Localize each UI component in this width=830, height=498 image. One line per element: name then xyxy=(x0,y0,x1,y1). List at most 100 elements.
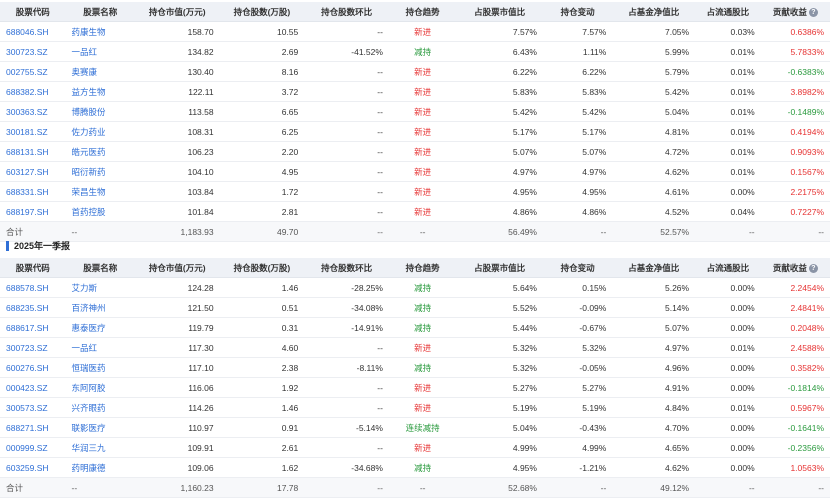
stock-code-link[interactable]: 603127.SH xyxy=(6,167,49,177)
stock-code-link[interactable]: 688131.SH xyxy=(6,147,49,157)
stock-code-link-cell[interactable]: 688271.SH xyxy=(0,423,66,433)
stock-name-link-cell[interactable]: 一品红 xyxy=(66,342,135,354)
table-row[interactable]: 603259.SH 药明康德 109.06 1.62 -34.68% 减持 4.95% -1.… xyxy=(0,458,830,478)
table-row[interactable]: 688617.SH 惠泰医疗 119.79 0.31 -14.91% 减持 5.44% -0.… xyxy=(0,318,830,338)
stock-code-link-cell[interactable]: 688617.SH xyxy=(0,323,66,333)
stock-name-link[interactable]: 惠泰医疗 xyxy=(72,323,106,333)
stock-name-link-cell[interactable]: 联影医疗 xyxy=(66,422,135,434)
header-shares[interactable]: 持仓股数(万股) xyxy=(220,262,305,274)
header-shares[interactable]: 持仓股数(万股) xyxy=(220,6,305,18)
stock-code-link[interactable]: 688331.SH xyxy=(6,187,49,197)
table-row[interactable]: 688046.SH 药康生物 158.70 10.55 -- 新进 7.57% 7.57% 7.… xyxy=(0,22,830,42)
stock-name-link[interactable]: 荣昌生物 xyxy=(72,187,106,197)
table-row[interactable]: 688331.SH 荣昌生物 103.84 1.72 -- 新进 4.95% 4.95% 4.6… xyxy=(0,182,830,202)
stock-code-link-cell[interactable]: 002755.SZ xyxy=(0,67,66,77)
stock-name-link[interactable]: 药康生物 xyxy=(72,27,106,37)
header-pct-nav[interactable]: 占基金净值比 xyxy=(612,6,695,18)
header-market-value[interactable]: 持仓市值(万元) xyxy=(135,6,220,18)
stock-code-link-cell[interactable]: 000999.SZ xyxy=(0,443,66,453)
stock-code-link-cell[interactable]: 688578.SH xyxy=(0,283,66,293)
stock-name-link[interactable]: 华润三九 xyxy=(72,443,106,453)
header-pct-change[interactable]: 持仓变动 xyxy=(543,262,612,274)
stock-code-link[interactable]: 688197.SH xyxy=(6,207,49,217)
stock-name-link-cell[interactable]: 益方生物 xyxy=(66,86,135,98)
stock-code-link[interactable]: 688046.SH xyxy=(6,27,49,37)
stock-name-link-cell[interactable]: 佐力药业 xyxy=(66,126,135,138)
header-pct-float[interactable]: 占流通股比 xyxy=(695,6,761,18)
table-row[interactable]: 002755.SZ 奥赛康 130.40 8.16 -- 新进 6.22% 6.22% 5.79… xyxy=(0,62,830,82)
stock-code-link-cell[interactable]: 688331.SH xyxy=(0,187,66,197)
stock-code-link-cell[interactable]: 300181.SZ xyxy=(0,127,66,137)
stock-name-link-cell[interactable]: 东阿阿胶 xyxy=(66,382,135,394)
stock-name-link[interactable]: 皓元医药 xyxy=(72,147,106,157)
stock-code-link-cell[interactable]: 000423.SZ xyxy=(0,383,66,393)
header-market-value[interactable]: 持仓市值(万元) xyxy=(135,262,220,274)
stock-code-link[interactable]: 603259.SH xyxy=(6,463,49,473)
table-row[interactable]: 603127.SH 昭衍新药 104.10 4.95 -- 新进 4.97% 4.97% 4.6… xyxy=(0,162,830,182)
stock-code-link[interactable]: 300723.SZ xyxy=(6,47,48,57)
header-pct-change[interactable]: 持仓变动 xyxy=(543,6,612,18)
stock-name-link[interactable]: 博腾股份 xyxy=(72,107,106,117)
stock-name-link-cell[interactable]: 首药控股 xyxy=(66,206,135,218)
stock-name-link-cell[interactable]: 恒瑞医药 xyxy=(66,362,135,374)
stock-code-link-cell[interactable]: 603127.SH xyxy=(0,167,66,177)
stock-code-link-cell[interactable]: 300363.SZ xyxy=(0,107,66,117)
table-row[interactable]: 688131.SH 皓元医药 106.23 2.20 -- 新进 5.07% 5.07% 4.7… xyxy=(0,142,830,162)
table-row[interactable]: 300181.SZ 佐力药业 108.31 6.25 -- 新进 5.17% 5.17% 4.8… xyxy=(0,122,830,142)
table-row[interactable]: 300363.SZ 博腾股份 113.58 6.65 -- 新进 5.42% 5.42% 5.0… xyxy=(0,102,830,122)
table-row[interactable]: 000423.SZ 东阿阿胶 116.06 1.92 -- 新进 5.27% 5.27% 4.9… xyxy=(0,378,830,398)
header-trend[interactable]: 持仓趋势 xyxy=(389,6,456,18)
header-pct-nav[interactable]: 占基金净值比 xyxy=(612,262,695,274)
info-icon[interactable]: ? xyxy=(808,263,818,273)
stock-code-link[interactable]: 300363.SZ xyxy=(6,107,48,117)
stock-name-link[interactable]: 药明康德 xyxy=(72,463,106,473)
stock-name-link[interactable]: 东阿阿胶 xyxy=(72,383,106,393)
table-row[interactable]: 688235.SH 百济神州 121.50 0.51 -34.08% 减持 5.52% -0.… xyxy=(0,298,830,318)
table-row[interactable]: 600276.SH 恒瑞医药 117.10 2.38 -8.11% 减持 5.32% -0.0… xyxy=(0,358,830,378)
stock-name-link-cell[interactable]: 昭衍新药 xyxy=(66,166,135,178)
stock-name-link-cell[interactable]: 皓元医药 xyxy=(66,146,135,158)
header-shares-change[interactable]: 持仓股数环比 xyxy=(304,262,389,274)
table-row[interactable]: 300723.SZ 一品红 134.82 2.69 -41.52% 减持 6.43% 1.11… xyxy=(0,42,830,62)
stock-code-link[interactable]: 688235.SH xyxy=(6,303,49,313)
stock-name-link[interactable]: 百济神州 xyxy=(72,303,106,313)
stock-name-link-cell[interactable]: 药康生物 xyxy=(66,26,135,38)
header-pct-float[interactable]: 占流通股比 xyxy=(695,262,761,274)
table-row[interactable]: 300723.SZ 一品红 117.30 4.60 -- 新进 5.32% 5.32% 4.97… xyxy=(0,338,830,358)
stock-name-link-cell[interactable]: 百济神州 xyxy=(66,302,135,314)
stock-name-link-cell[interactable]: 兴齐眼药 xyxy=(66,402,135,414)
header-contribution[interactable]: 贡献收益? xyxy=(761,262,830,274)
table-row[interactable]: 688578.SH 艾力斯 124.28 1.46 -28.25% 减持 5.64% 0.15… xyxy=(0,278,830,298)
stock-code-link[interactable]: 000423.SZ xyxy=(6,383,48,393)
header-name[interactable]: 股票名称 xyxy=(66,262,135,274)
table-row[interactable]: 688271.SH 联影医疗 110.97 0.91 -5.14% 连续减持 5.04% -0… xyxy=(0,418,830,438)
stock-code-link[interactable]: 002755.SZ xyxy=(6,67,48,77)
stock-name-link[interactable]: 佐力药业 xyxy=(72,127,106,137)
stock-code-link[interactable]: 688271.SH xyxy=(6,423,49,433)
stock-code-link-cell[interactable]: 300723.SZ xyxy=(0,343,66,353)
stock-code-link-cell[interactable]: 300723.SZ xyxy=(0,47,66,57)
stock-name-link[interactable]: 联影医疗 xyxy=(72,423,106,433)
table-row[interactable]: 300573.SZ 兴齐眼药 114.26 1.46 -- 新进 5.19% 5.19% 4.8… xyxy=(0,398,830,418)
header-code[interactable]: 股票代码 xyxy=(0,262,66,274)
stock-code-link[interactable]: 688617.SH xyxy=(6,323,49,333)
stock-code-link-cell[interactable]: 600276.SH xyxy=(0,363,66,373)
stock-name-link-cell[interactable]: 艾力斯 xyxy=(66,282,135,294)
stock-code-link-cell[interactable]: 688131.SH xyxy=(0,147,66,157)
stock-name-link-cell[interactable]: 奥赛康 xyxy=(66,66,135,78)
stock-name-link[interactable]: 首药控股 xyxy=(72,207,106,217)
stock-code-link-cell[interactable]: 603259.SH xyxy=(0,463,66,473)
stock-code-link-cell[interactable]: 688046.SH xyxy=(0,27,66,37)
stock-code-link[interactable]: 300181.SZ xyxy=(6,127,48,137)
header-shares-change[interactable]: 持仓股数环比 xyxy=(304,6,389,18)
stock-name-link[interactable]: 奥赛康 xyxy=(72,67,98,77)
stock-name-link[interactable]: 恒瑞医药 xyxy=(72,363,106,373)
stock-name-link[interactable]: 兴齐眼药 xyxy=(72,403,106,413)
stock-name-link-cell[interactable]: 博腾股份 xyxy=(66,106,135,118)
stock-code-link[interactable]: 300573.SZ xyxy=(6,403,48,413)
stock-code-link-cell[interactable]: 300573.SZ xyxy=(0,403,66,413)
stock-code-link-cell[interactable]: 688197.SH xyxy=(0,207,66,217)
stock-name-link-cell[interactable]: 华润三九 xyxy=(66,442,135,454)
stock-name-link[interactable]: 昭衍新药 xyxy=(72,167,106,177)
stock-name-link[interactable]: 一品红 xyxy=(72,47,98,57)
